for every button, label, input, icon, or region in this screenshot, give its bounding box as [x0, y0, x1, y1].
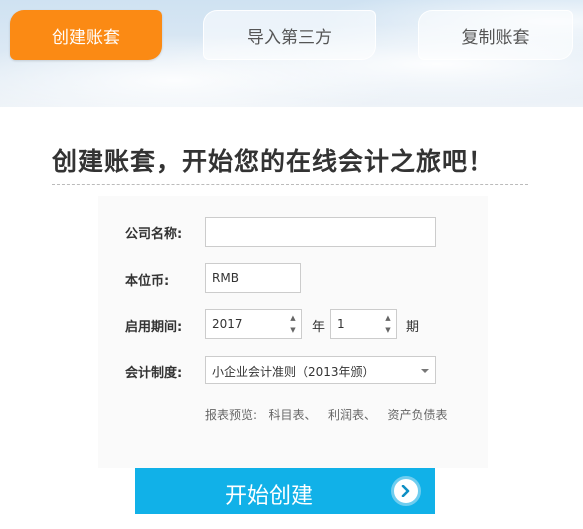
- year-value: 2017: [212, 317, 243, 331]
- year-stepper[interactable]: 2017 ▲ ▼: [205, 309, 302, 339]
- year-decrement-icon[interactable]: ▼: [288, 325, 298, 335]
- start-create-button[interactable]: 开始创建: [135, 468, 435, 514]
- start-period-label: 启用期间:: [125, 320, 183, 335]
- period-decrement-icon[interactable]: ▼: [383, 325, 393, 335]
- accounting-system-select[interactable]: 小企业会计准则（2013年颁）: [205, 356, 436, 384]
- accounting-system-label: 会计制度:: [125, 366, 183, 381]
- year-unit: 年: [312, 320, 326, 335]
- year-increment-icon[interactable]: ▲: [288, 313, 298, 323]
- company-name-label: 公司名称:: [125, 227, 183, 242]
- company-name-input[interactable]: [205, 217, 436, 247]
- chevron-down-icon: [421, 369, 429, 373]
- accounting-system-value: 小企业会计准则（2013年颁）: [212, 365, 375, 379]
- period-increment-icon[interactable]: ▲: [383, 313, 393, 323]
- tab-create-account[interactable]: 创建账套: [10, 10, 162, 60]
- preview-link-income-statement[interactable]: 利润表、: [328, 408, 376, 422]
- period-value: 1: [337, 317, 345, 331]
- preview-link-balance-sheet[interactable]: 资产负债表: [387, 408, 447, 422]
- currency-input[interactable]: [205, 263, 301, 293]
- tab-copy-account[interactable]: 复制账套: [418, 10, 573, 60]
- page-title: 创建账套，开始您的在线会计之旅吧！: [52, 147, 495, 176]
- preview-link-chart-of-accounts[interactable]: 科目表、: [269, 408, 317, 422]
- report-preview: 报表预览: 科目表、 利润表、 资产负债表: [205, 406, 447, 423]
- report-preview-label: 报表预览:: [205, 408, 258, 422]
- period-unit: 期: [406, 320, 420, 335]
- divider: [52, 184, 528, 185]
- arrow-right-icon: [391, 476, 421, 506]
- period-stepper[interactable]: 1 ▲ ▼: [330, 309, 397, 339]
- currency-label: 本位币:: [125, 274, 170, 289]
- start-create-label: 开始创建: [224, 484, 313, 509]
- tab-import-third-party[interactable]: 导入第三方: [203, 10, 376, 60]
